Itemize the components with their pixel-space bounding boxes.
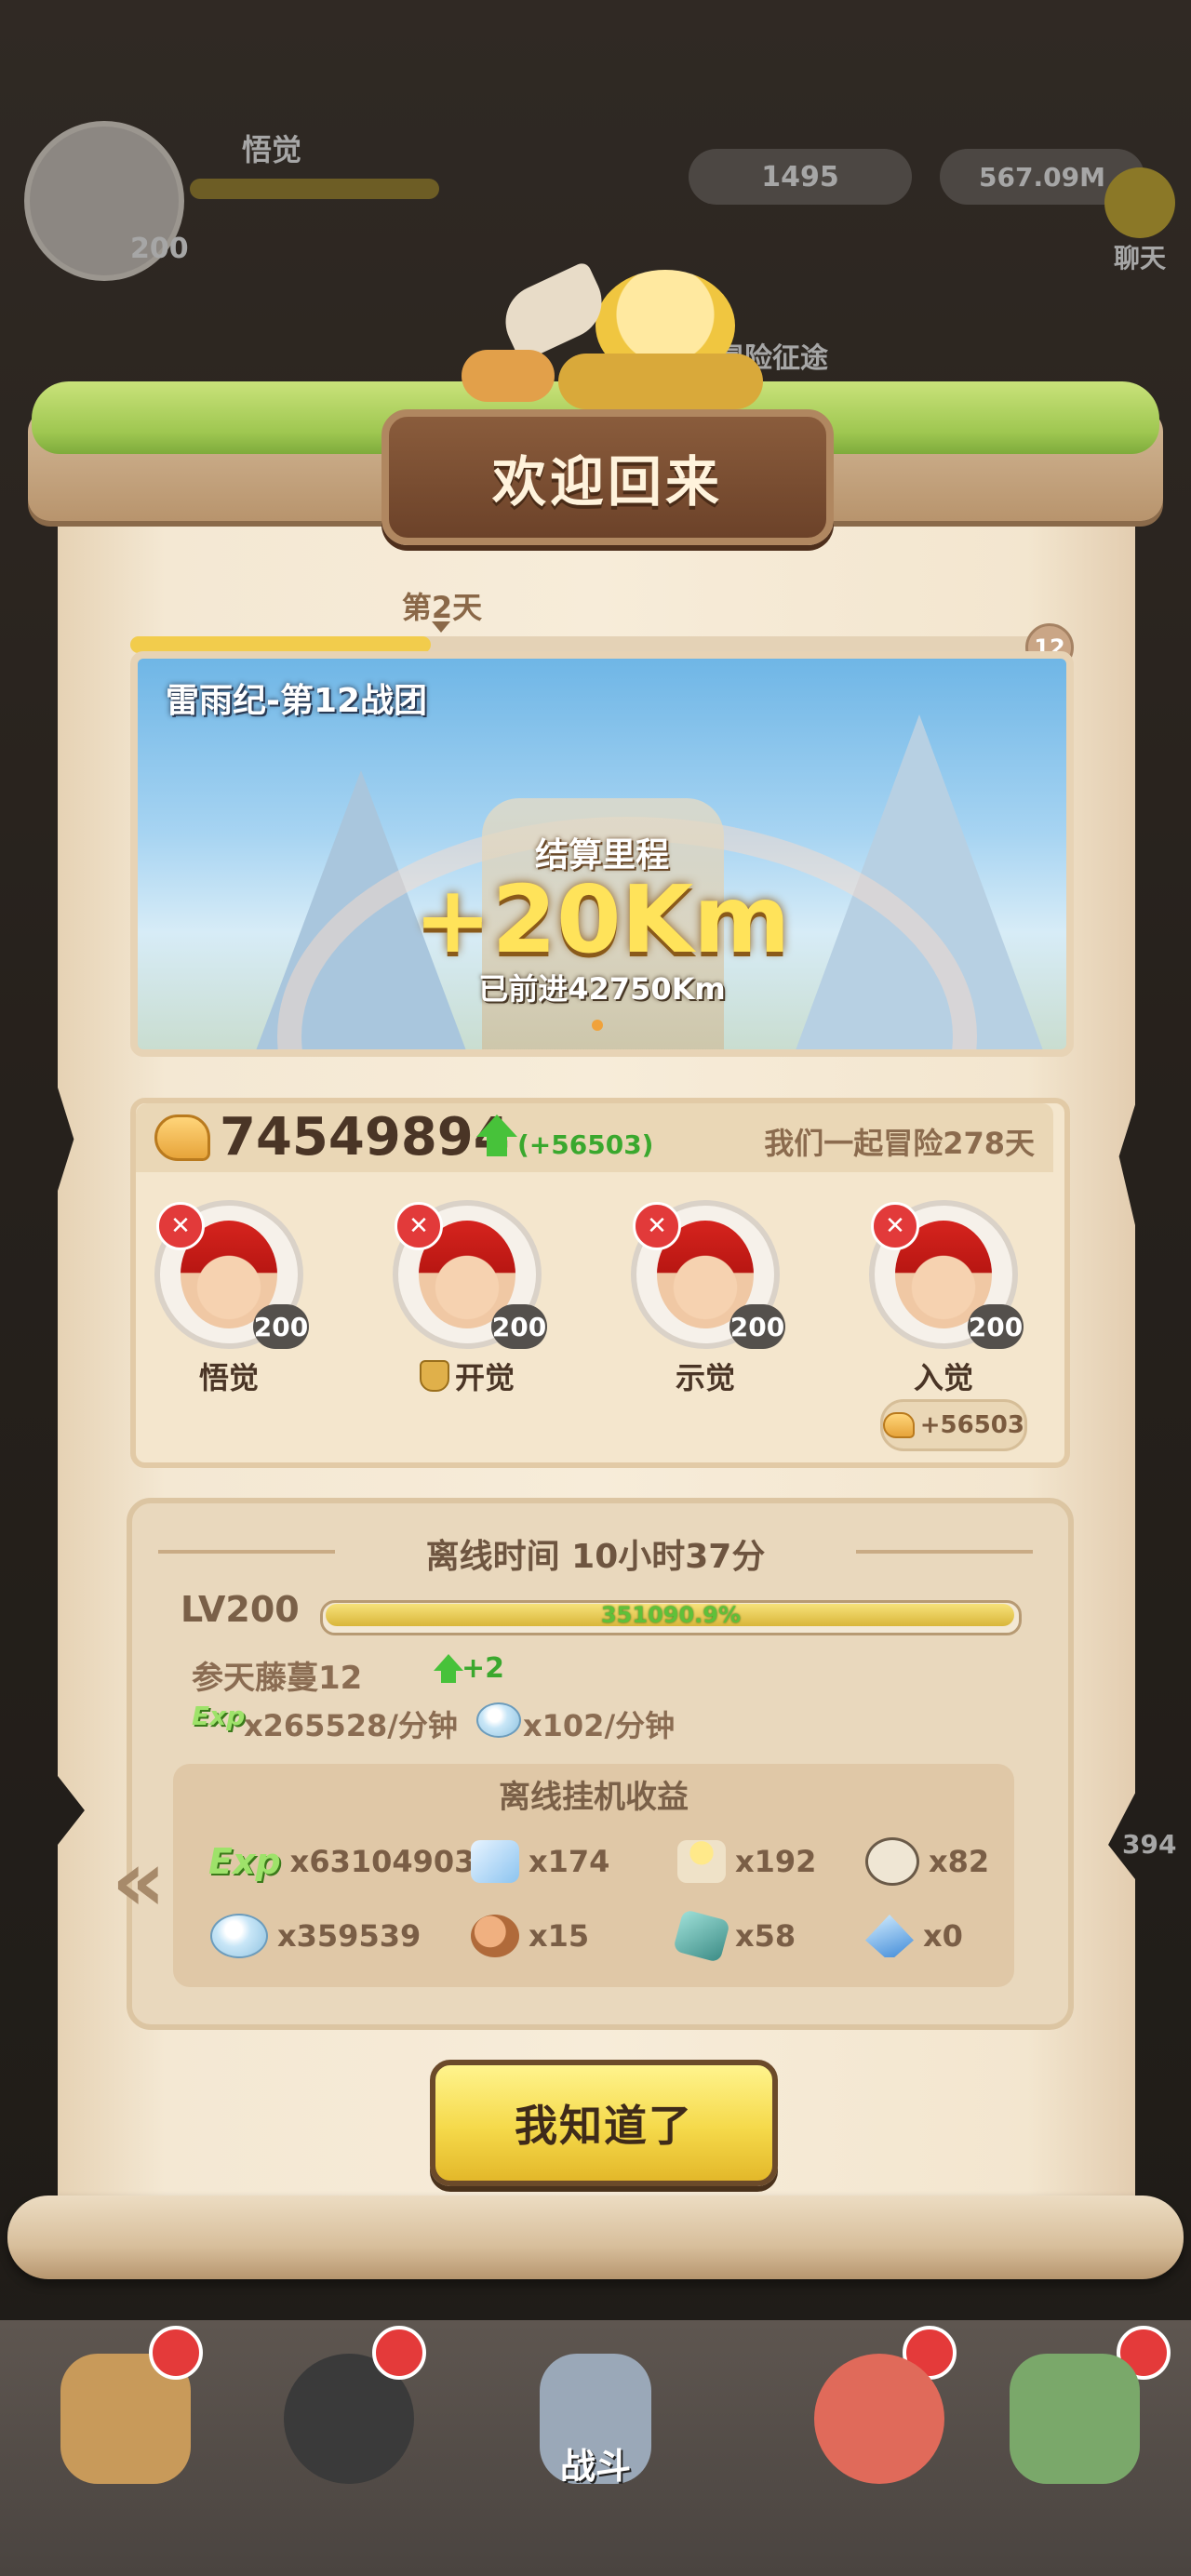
chevron-left-icon[interactable]: « bbox=[112, 1833, 166, 1930]
day-marker-icon bbox=[432, 621, 450, 633]
hero-avatar: ✕ 200 bbox=[154, 1200, 309, 1349]
power-bonus-value: +56503 bbox=[919, 1411, 1024, 1439]
flame-candle-icon bbox=[677, 1840, 726, 1883]
exp-progress-text: 351090.9% bbox=[600, 1602, 742, 1628]
up-arrow-stem bbox=[441, 1670, 456, 1683]
crystal-icon bbox=[865, 1915, 914, 1957]
earning-item: Exp x631049035 bbox=[208, 1838, 496, 1885]
hero-level: 200 bbox=[491, 1304, 547, 1349]
up-arrow-icon bbox=[434, 1654, 463, 1671]
hero-card[interactable]: ✕ 200 悟觉 bbox=[136, 1200, 322, 1397]
earning-item: x359539 bbox=[210, 1913, 421, 1959]
exp-icon: Exp bbox=[208, 1841, 281, 1882]
nav-tab-shop[interactable] bbox=[968, 2354, 1182, 2549]
confirm-button-label: 我知道了 bbox=[515, 2101, 693, 2151]
earning-amount: x0 bbox=[923, 1918, 963, 1954]
banner-title: 雷雨纪-第12战团 bbox=[166, 682, 428, 720]
title-plaque: 欢迎回来 bbox=[381, 409, 834, 545]
hero-avatar: ✕ 200 bbox=[631, 1200, 785, 1349]
earnings-title: 离线挂机收益 bbox=[499, 1779, 689, 1816]
scroll-bottom-roll bbox=[7, 2196, 1184, 2279]
power-bonus: +56503 bbox=[880, 1399, 1027, 1451]
power-value: 74549894 bbox=[220, 1107, 510, 1168]
shield-icon bbox=[419, 1360, 449, 1392]
earning-amount: x82 bbox=[929, 1844, 990, 1879]
earning-amount: x192 bbox=[735, 1844, 817, 1879]
nav-battle-label: 战斗 bbox=[559, 2446, 631, 2487]
stage-name: 参天藤蔓12 bbox=[192, 1660, 363, 1697]
hero-faction-icon: ✕ bbox=[395, 1202, 443, 1250]
earning-item: x174 bbox=[471, 1838, 609, 1885]
mileage-banner: 雷雨纪-第12战团 结算里程 +20Km 已前进42750Km bbox=[130, 651, 1074, 1057]
hero-level: 200 bbox=[968, 1304, 1024, 1349]
nav-tab-pet[interactable] bbox=[772, 2354, 986, 2549]
hero-name: 开觉 bbox=[374, 1355, 560, 1397]
diamond-icon bbox=[476, 1702, 521, 1738]
earning-amount: x15 bbox=[529, 1918, 590, 1954]
up-arrow-stem bbox=[487, 1136, 507, 1156]
earning-amount: x631049035 bbox=[289, 1844, 496, 1879]
ice-cube-icon bbox=[471, 1840, 519, 1883]
bread-icon bbox=[462, 350, 555, 402]
nest-icon bbox=[558, 354, 763, 409]
earning-amount: x174 bbox=[529, 1844, 610, 1879]
shop-icon bbox=[1010, 2354, 1140, 2484]
earning-amount: x58 bbox=[735, 1918, 796, 1954]
hero-card[interactable]: ✕ 200 入觉 bbox=[850, 1200, 1037, 1397]
offline-time-title: 离线时间 10小时37分 bbox=[425, 1538, 766, 1576]
nav-tab-beast[interactable] bbox=[19, 2354, 233, 2549]
muscle-icon bbox=[883, 1412, 915, 1438]
diamond-rate: x102/分钟 bbox=[523, 1708, 676, 1743]
earning-item: x82 bbox=[865, 1837, 990, 1886]
hero-name: 示觉 bbox=[675, 1360, 735, 1395]
hero-faction-icon: ✕ bbox=[871, 1202, 919, 1250]
hero-level: 200 bbox=[253, 1304, 309, 1349]
stage-delta: +2 bbox=[462, 1652, 505, 1685]
earning-item: x192 bbox=[677, 1838, 816, 1885]
up-arrow-icon bbox=[476, 1114, 517, 1137]
hero-level: 200 bbox=[729, 1304, 785, 1349]
hero-card[interactable]: ✕ 200 示觉 bbox=[612, 1200, 798, 1397]
hero-faction-icon: ✕ bbox=[156, 1202, 205, 1250]
notification-bell-icon bbox=[372, 2326, 426, 2380]
confirm-button[interactable]: 我知道了 bbox=[430, 2060, 778, 2186]
exp-rate: x265528/分钟 bbox=[244, 1708, 458, 1743]
hero-avatar: ✕ 200 bbox=[393, 1200, 547, 1349]
page-indicator-dot[interactable] bbox=[592, 1020, 603, 1031]
hero-card[interactable]: ✕ 200 开觉 bbox=[374, 1200, 560, 1397]
stone-plate-icon bbox=[865, 1837, 919, 1886]
meat-icon bbox=[471, 1915, 519, 1957]
notification-bell-icon bbox=[149, 2326, 203, 2380]
total-distance: 已前进42750Km bbox=[478, 971, 726, 1007]
days-together: 我们一起冒险278天 bbox=[764, 1126, 1035, 1161]
hero-avatar: ✕ 200 bbox=[869, 1200, 1024, 1349]
teal-stone-icon bbox=[672, 1909, 731, 1963]
hero-faction-icon: ✕ bbox=[633, 1202, 681, 1250]
hero-name: 入觉 bbox=[913, 1360, 973, 1395]
earning-amount: x359539 bbox=[277, 1918, 422, 1954]
earning-item: x0 bbox=[865, 1913, 963, 1959]
power-delta: (+56503) bbox=[517, 1129, 654, 1160]
muscle-icon bbox=[154, 1114, 210, 1161]
exp-icon: Exp bbox=[192, 1701, 246, 1731]
earning-item: x15 bbox=[471, 1913, 589, 1959]
nav-tab-hero[interactable] bbox=[242, 2354, 456, 2549]
hero-name: 悟觉 bbox=[198, 1360, 259, 1395]
dialog-title: 欢迎回来 bbox=[491, 450, 723, 514]
pet-icon bbox=[814, 2354, 944, 2484]
level-label: LV200 bbox=[181, 1589, 300, 1630]
settle-value: +20Km bbox=[413, 865, 791, 974]
earning-item: x58 bbox=[672, 1909, 796, 1963]
diamond-icon bbox=[210, 1914, 268, 1958]
